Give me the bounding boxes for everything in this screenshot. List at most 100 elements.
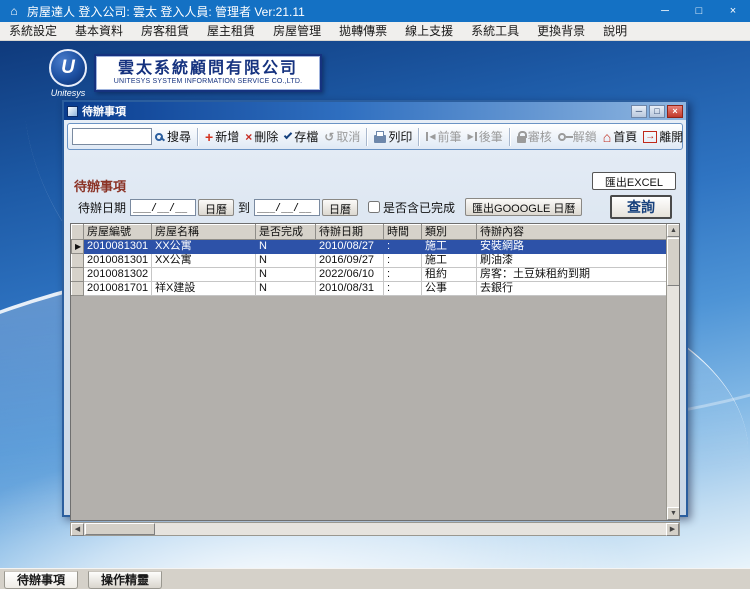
todo-window-icon: [67, 105, 78, 117]
company-logo: U Unitesys: [46, 49, 90, 101]
delete-icon: ×: [245, 129, 253, 144]
maximize-button[interactable]: □: [682, 0, 716, 22]
date-from-input[interactable]: [130, 198, 197, 216]
company-name-box: 雲太系統顧問有限公司 UNITESYS SYSTEM INFORMATION S…: [94, 54, 322, 92]
window-titlebar: ⌂ 房屋達人 登入公司: 雲太 登入人員: 管理者 Ver:21.11 ─ □ …: [0, 0, 750, 22]
vertical-scrollbar[interactable]: ▲ ▼: [666, 224, 679, 520]
todo-toolbar: 搜尋 + 新增 × 刪除 存檔 ↺ 取消 列印 ◀ 前筆 ▶ 後筆 審核 解鎖 …: [67, 123, 683, 150]
column-house-name[interactable]: 房屋名稱: [151, 224, 256, 240]
to-label: 到: [238, 200, 251, 215]
query-button[interactable]: 查詢: [610, 195, 672, 219]
todo-window-titlebar: 待辦事項 ─ □ ×: [64, 102, 686, 120]
calendar-to-button[interactable]: 日曆: [322, 198, 359, 216]
save-button[interactable]: 存檔: [281, 127, 321, 146]
menu-item-voucher-transfer[interactable]: 拋轉傳票: [330, 22, 396, 41]
section-title: 待辦事項: [74, 179, 127, 194]
desktop-background: U Unitesys 雲太系統顧問有限公司 UNITESYS SYSTEM IN…: [0, 41, 750, 568]
menu-item-owner-lease[interactable]: 屋主租賃: [198, 22, 264, 41]
todo-window-title: 待辦事項: [82, 106, 126, 118]
row-selector[interactable]: [71, 267, 84, 282]
column-todo-date[interactable]: 待辦日期: [315, 224, 384, 240]
todo-grid: 房屋編號 房屋名稱 是否完成 待辦日期 時間 類別 待辦內容 201008130…: [70, 223, 680, 521]
add-button[interactable]: + 新增: [202, 127, 242, 146]
todo-minimize-button[interactable]: ─: [631, 104, 647, 118]
unlock-button[interactable]: 解鎖: [555, 127, 600, 146]
menu-item-online-support[interactable]: 線上支援: [396, 22, 462, 41]
filter-row: 待辦日期 日曆 到 日曆 是否含已完成 匯出GOOOGLE 日曆: [74, 198, 583, 216]
application-window: ⌂ 房屋達人 登入公司: 雲太 登入人員: 管理者 Ver:21.11 ─ □ …: [0, 0, 750, 589]
company-name-zh: 雲太系統顧問有限公司: [117, 60, 298, 77]
previous-icon: ◀: [426, 132, 436, 141]
include-completed-checkbox[interactable]: [368, 201, 381, 213]
column-category[interactable]: 類別: [421, 224, 477, 240]
export-excel-button[interactable]: 匯出EXCEL: [591, 172, 676, 190]
menu-bar: 系統設定 基本資料 房客租賃 屋主租賃 房屋管理 拋轉傳票 線上支援 系統工具 …: [0, 22, 750, 41]
menu-item-help[interactable]: 說明: [594, 22, 636, 41]
row-pointer-icon: [75, 241, 83, 253]
menu-item-tenant-lease[interactable]: 房客租賃: [132, 22, 198, 41]
cancel-icon: ↺: [324, 129, 335, 144]
table-row[interactable]: 2010081301 XX公寓 N 2016/09/27 : 施工 刷油漆: [71, 253, 668, 268]
row-selector[interactable]: [71, 239, 84, 254]
add-icon: +: [205, 128, 214, 145]
exit-icon: →: [643, 130, 658, 143]
export-google-calendar-button[interactable]: 匯出GOOOGLE 日曆: [465, 198, 583, 216]
row-selector[interactable]: [71, 281, 84, 296]
key-icon: [557, 132, 573, 141]
menu-item-change-background[interactable]: 更換背景: [528, 22, 594, 41]
horizontal-scrollbar[interactable]: ◀ ▶: [70, 522, 680, 536]
home-icon: ⌂: [602, 128, 612, 145]
lock-icon: [516, 130, 527, 143]
toolbar-separator: [197, 127, 200, 146]
scroll-up-arrow[interactable]: ▲: [667, 224, 679, 237]
calendar-from-button[interactable]: 日曆: [198, 198, 235, 216]
minimize-button[interactable]: ─: [648, 0, 682, 22]
logo-emblem: U: [49, 49, 87, 87]
table-row[interactable]: 2010081701 祥X建設 N 2010/08/31 : 公事 去銀行: [71, 281, 668, 296]
audit-button[interactable]: 審核: [514, 127, 555, 146]
close-button[interactable]: ×: [716, 0, 750, 22]
horizontal-scrollbar-thumb[interactable]: [85, 523, 155, 535]
date-range-label: 待辦日期: [78, 200, 127, 215]
menu-item-system-settings[interactable]: 系統設定: [0, 22, 66, 41]
scroll-left-arrow[interactable]: ◀: [71, 523, 84, 536]
menu-item-system-tools[interactable]: 系統工具: [462, 22, 528, 41]
app-icon: ⌂: [10, 4, 18, 18]
delete-button[interactable]: × 刪除: [242, 127, 281, 146]
todo-table: 房屋編號 房屋名稱 是否完成 待辦日期 時間 類別 待辦內容 201008130…: [71, 224, 668, 296]
search-button[interactable]: 搜尋: [152, 127, 194, 146]
save-check-icon: [284, 130, 293, 140]
date-to-input[interactable]: [254, 198, 321, 216]
row-selector[interactable]: [71, 253, 84, 268]
search-input[interactable]: [72, 128, 152, 145]
toolbar-separator: [508, 127, 511, 146]
home-button[interactable]: ⌂ 首頁: [600, 127, 640, 146]
todo-window: 待辦事項 ─ □ × 搜尋 + 新增 × 刪除 存檔 ↺ 取消 列印 ◀ 前筆 …: [62, 100, 688, 536]
tab-todo-items[interactable]: 待辦事項: [4, 571, 79, 589]
menu-item-house-management[interactable]: 房屋管理: [264, 22, 330, 41]
column-content[interactable]: 待辦內容: [476, 224, 668, 240]
column-completed[interactable]: 是否完成: [255, 224, 316, 240]
menu-item-basic-data[interactable]: 基本資料: [66, 22, 132, 41]
search-icon: [155, 132, 163, 141]
toolbar-separator: [366, 127, 369, 146]
todo-restore-button[interactable]: □: [649, 104, 665, 118]
tab-operation-wizard[interactable]: 操作精靈: [88, 571, 163, 589]
logo-script-text: Unitesys: [50, 88, 86, 98]
include-completed-label: 是否含已完成: [383, 200, 456, 215]
next-record-button[interactable]: ▶ 後筆: [465, 127, 506, 146]
scroll-down-arrow[interactable]: ▼: [667, 507, 679, 520]
column-time[interactable]: 時間: [383, 224, 422, 240]
company-name-en: UNITESYS SYSTEM INFORMATION SERVICE CO.,…: [113, 78, 303, 85]
table-row[interactable]: 2010081302 N 2022/06/10 : 租約 房客：土豆妹租約到期: [71, 267, 668, 282]
print-button[interactable]: 列印: [371, 127, 415, 146]
column-house-id[interactable]: 房屋編號: [83, 224, 152, 240]
exit-button[interactable]: → 離開: [640, 127, 686, 146]
grid-selector-header: [71, 224, 84, 240]
todo-close-button[interactable]: ×: [667, 104, 683, 118]
scroll-right-arrow[interactable]: ▶: [666, 523, 679, 536]
previous-record-button[interactable]: ◀ 前筆: [423, 127, 464, 146]
cancel-button[interactable]: ↺ 取消: [321, 127, 363, 146]
table-row[interactable]: 2010081301 XX公寓 N 2010/08/27 : 施工 安裝網路: [71, 239, 668, 254]
vertical-scrollbar-thumb[interactable]: [667, 238, 679, 286]
